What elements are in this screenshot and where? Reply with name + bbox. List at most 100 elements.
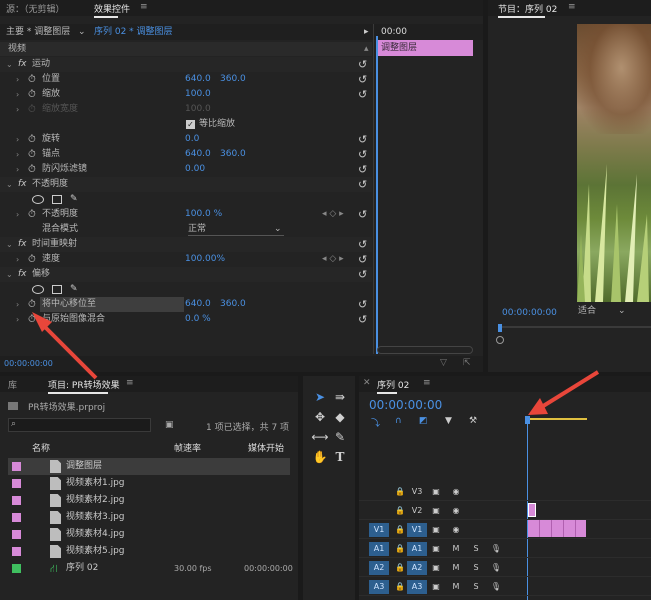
property-value-1[interactable]: 640.0 (185, 147, 211, 162)
lock-icon[interactable]: 🔒 (393, 580, 407, 594)
track-target-button[interactable]: A1 (407, 542, 427, 556)
stopwatch-icon[interactable]: ⏱ (28, 162, 36, 177)
linked-selection-icon[interactable]: ◩ (419, 416, 428, 426)
project-item[interactable]: 视频素材2.jpg (8, 492, 290, 509)
snap-icon[interactable]: ∩ (395, 416, 402, 426)
reset-icon[interactable]: ↺ (358, 132, 367, 147)
eye-icon[interactable]: ◉ (449, 523, 463, 537)
mute-button[interactable]: M (449, 580, 463, 594)
project-item[interactable]: 调整图层 (8, 458, 290, 475)
reset-icon[interactable]: ↺ (358, 237, 367, 252)
project-item[interactable]: 视频素材4.jpg (8, 526, 290, 543)
label-color-swatch[interactable] (12, 564, 21, 573)
stopwatch-icon[interactable]: ⏱ (28, 72, 36, 87)
toggle-sync-icon[interactable]: ▣ (429, 542, 443, 556)
lock-icon[interactable]: 🔒 (393, 504, 407, 518)
filter-icon[interactable]: ▽ (440, 358, 447, 368)
source-patch-button[interactable]: A3 (369, 580, 389, 594)
chevron-right-icon[interactable]: › (16, 162, 19, 177)
mute-button[interactable]: M (449, 542, 463, 556)
type-tool-icon[interactable]: T (331, 448, 349, 466)
stopwatch-icon[interactable]: ⏱ (28, 102, 36, 117)
wrench-icon[interactable]: ⚒ (469, 416, 477, 426)
add-marker-icon[interactable]: ▼ (445, 416, 452, 426)
property-value-2[interactable]: 360.0 (220, 297, 246, 312)
rectangle-mask-icon[interactable] (52, 195, 62, 204)
tab-library[interactable]: 库 (8, 378, 17, 391)
chevron-down-icon[interactable]: ⌄ (6, 267, 13, 282)
tab-sequence[interactable]: 序列 02 (377, 378, 409, 394)
reset-icon[interactable]: ↺ (358, 297, 367, 312)
program-scrub-bar[interactable] (498, 326, 651, 328)
toggle-sync-icon[interactable]: ▣ (429, 485, 443, 499)
property-value-1[interactable]: 0.0 % (185, 312, 211, 327)
program-timecode[interactable]: 00:00:00:00 (502, 308, 557, 318)
nest-icon[interactable]: ⤵ (371, 416, 380, 429)
effect-playhead[interactable] (376, 36, 378, 354)
mute-button[interactable]: M (449, 561, 463, 575)
program-scroll-handle[interactable] (496, 336, 504, 344)
project-item[interactable]: 视频素材1.jpg (8, 475, 290, 492)
pen-mask-icon[interactable]: ✎ (70, 282, 78, 297)
tab-source[interactable]: 源：（无剪辑） (6, 2, 65, 15)
stopwatch-icon[interactable]: ⏱ (28, 132, 36, 147)
breadcrumb-sequence[interactable]: 序列 02 * 调整图层 (94, 24, 173, 40)
source-patch-button[interactable]: A2 (369, 561, 389, 575)
fx-badge-icon[interactable]: fx (18, 267, 27, 282)
chevron-right-icon[interactable]: › (16, 72, 19, 87)
timeline-timecode[interactable]: 00:00:00:00 (369, 398, 442, 412)
voice-over-mic-icon[interactable]: 🎙 (489, 561, 503, 575)
reset-icon[interactable]: ↺ (358, 177, 367, 192)
reset-icon[interactable]: ↺ (358, 57, 367, 72)
stopwatch-icon[interactable]: ⏱ (28, 87, 36, 102)
ellipse-mask-icon[interactable] (32, 195, 44, 204)
adjustment-layer-clip-bar[interactable]: 调整图层 (376, 40, 473, 56)
reset-icon[interactable]: ↺ (358, 72, 367, 87)
property-value-1[interactable]: 640.0 (185, 297, 211, 312)
property-value-2[interactable]: 360.0 (220, 72, 246, 87)
program-playhead[interactable] (498, 324, 502, 332)
stopwatch-icon[interactable]: ⏱ (28, 207, 36, 222)
tab-program[interactable]: 节目：序列 02 (498, 2, 557, 18)
col-fps[interactable]: 帧速率 (174, 442, 201, 456)
play-triangle-icon[interactable]: ▸ (364, 24, 369, 40)
property-value-1[interactable]: 100.0 (185, 102, 211, 117)
solo-button[interactable]: S (469, 542, 483, 556)
panel-menu-icon[interactable]: ≡ (140, 2, 148, 12)
property-value-1[interactable]: 0.00 (185, 162, 205, 177)
uniform-scale-checkbox[interactable]: ✓ (186, 120, 195, 129)
blend-mode-select[interactable]: 正常 ⌄ (188, 223, 284, 236)
voice-over-mic-icon[interactable]: 🎙 (489, 542, 503, 556)
slip-tool-icon[interactable]: ⟷ (311, 428, 329, 446)
fx-badge-icon[interactable]: fx (18, 57, 27, 72)
track-select-tool-icon[interactable]: ⇛ (331, 388, 349, 406)
reset-icon[interactable]: ↺ (358, 267, 367, 282)
razor-tool-icon[interactable]: ◆ (331, 408, 349, 426)
chevron-down-icon[interactable]: ⌄ (6, 177, 13, 192)
chevron-down-icon[interactable]: ⌄ (6, 57, 13, 72)
fx-badge-icon[interactable]: fx (18, 177, 27, 192)
eye-icon[interactable]: ◉ (449, 504, 463, 518)
col-media-start[interactable]: 媒体开始 (248, 442, 284, 456)
effect-controls-timecode[interactable]: 00:00:00:00 (4, 359, 53, 368)
project-search-input[interactable]: ⌕ (8, 418, 151, 432)
tab-effect-controls[interactable]: 效果控件 (94, 2, 130, 18)
scroll-up-icon[interactable]: ▴ (364, 42, 369, 56)
stopwatch-icon[interactable]: ⏱ (28, 297, 36, 312)
track-target-button[interactable]: V1 (407, 523, 427, 537)
source-patch-button[interactable]: V1 (369, 523, 389, 537)
label-color-swatch[interactable] (12, 530, 21, 539)
fx-badge-icon[interactable]: fx (18, 237, 27, 252)
chevron-right-icon[interactable]: › (16, 297, 19, 312)
solo-button[interactable]: S (469, 580, 483, 594)
keyframe-nav-icon[interactable]: ◂ ◇ ▸ (322, 252, 344, 267)
keyframe-nav-icon[interactable]: ◂ ◇ ▸ (322, 207, 344, 222)
stopwatch-icon[interactable]: ⏱ (28, 147, 36, 162)
program-menu-icon[interactable]: ≡ (568, 2, 576, 12)
lock-icon[interactable]: 🔒 (393, 561, 407, 575)
breadcrumb-main[interactable]: 主要 * 调整图层 (6, 24, 70, 40)
stopwatch-icon[interactable]: ⏱ (28, 312, 36, 327)
toggle-sync-icon[interactable]: ▣ (429, 561, 443, 575)
label-color-swatch[interactable] (12, 496, 21, 505)
eye-icon[interactable]: ◉ (449, 485, 463, 499)
